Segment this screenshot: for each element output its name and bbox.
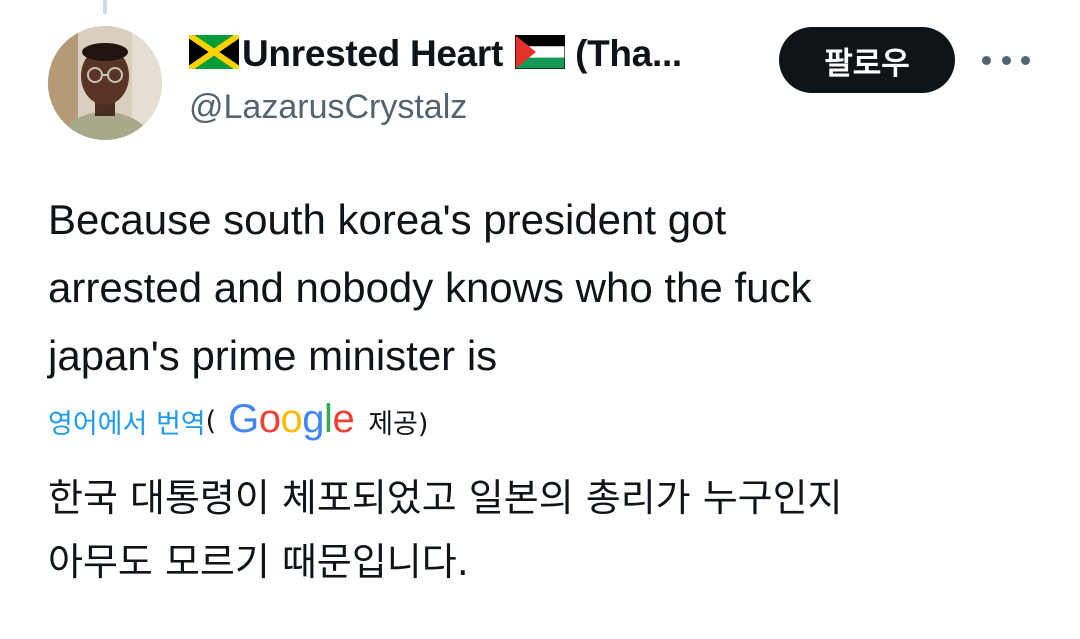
translation-attribution: 영어에서 번역 ( Google 제공) bbox=[48, 396, 429, 444]
open-paren: ( bbox=[205, 405, 217, 437]
translated-from-english-link[interactable]: 영어에서 번역 bbox=[48, 402, 206, 441]
tweet-text: Because south korea's president got arre… bbox=[48, 196, 812, 379]
google-letter: o bbox=[258, 396, 281, 441]
thread-connector-line bbox=[103, 0, 107, 14]
dot bbox=[1021, 55, 1030, 65]
avatar[interactable] bbox=[48, 26, 162, 140]
google-letter: o bbox=[280, 396, 303, 441]
google-letter: g bbox=[302, 396, 325, 441]
author-name-suffix[interactable]: (Tha... bbox=[575, 33, 682, 75]
google-logo: Google bbox=[228, 396, 355, 442]
google-letter: e bbox=[332, 396, 355, 441]
google-letter: G bbox=[228, 396, 259, 441]
avatar-photo bbox=[48, 26, 162, 140]
author-display-name[interactable]: Unrested Heart bbox=[242, 33, 503, 75]
palestine-flag-icon bbox=[514, 33, 566, 74]
author-handle[interactable]: @LazarusCrystalz bbox=[189, 88, 467, 127]
provided-label: 제공) bbox=[368, 408, 429, 440]
author-name-row[interactable]: Unrested Heart (Tha... bbox=[187, 30, 682, 78]
tweet-view: Unrested Heart (Tha... @LazarusCrystalz … bbox=[0, 0, 1080, 639]
dot bbox=[1001, 55, 1011, 65]
follow-button[interactable]: 팔로우 bbox=[779, 27, 955, 93]
more-options-icon[interactable] bbox=[982, 46, 1030, 74]
jamaica-flag-icon bbox=[187, 32, 241, 74]
translated-tweet-text: 한국 대통령이 체포되었고 일본의 총리가 누구인지 아무도 모르기 때문입니다… bbox=[48, 476, 843, 584]
dot bbox=[982, 55, 991, 65]
